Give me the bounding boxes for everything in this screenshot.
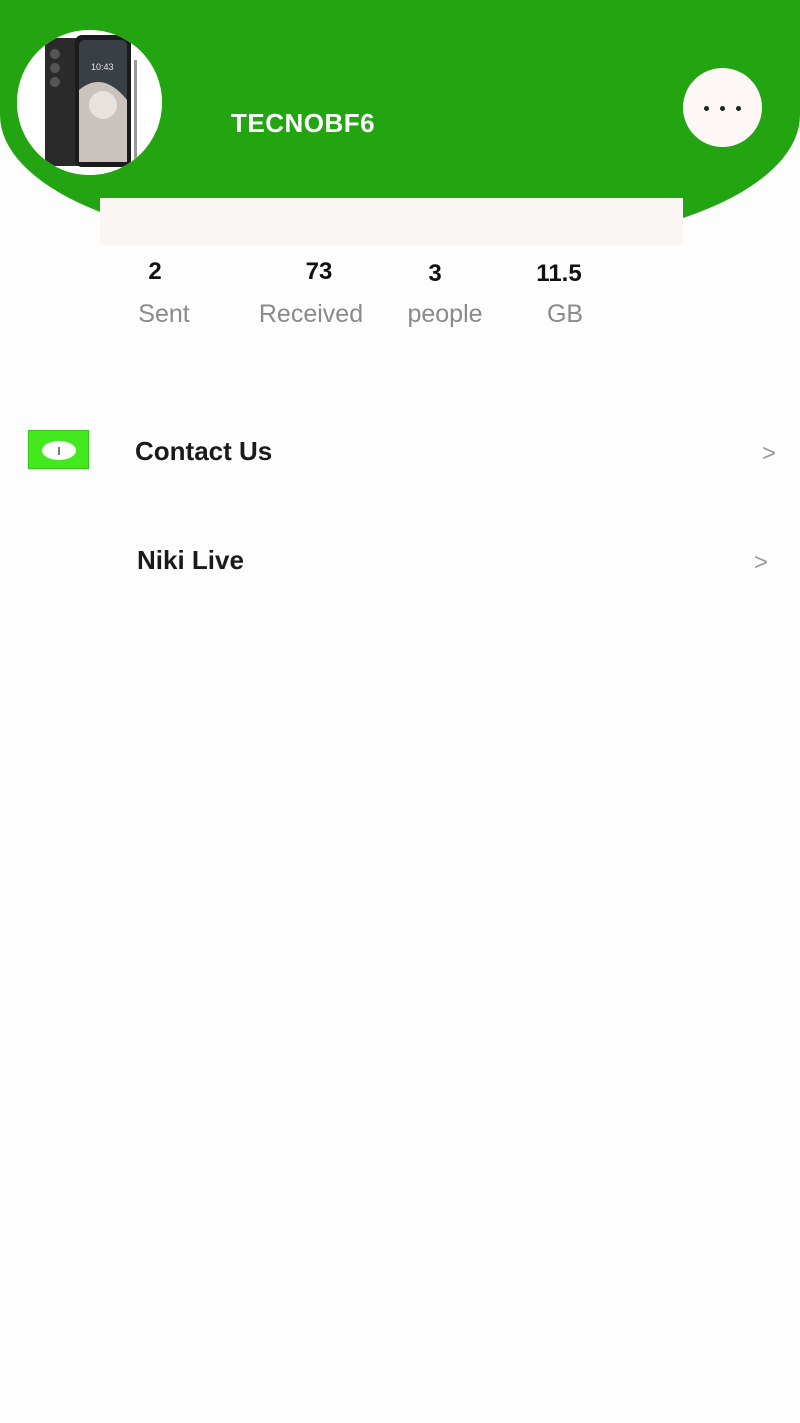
menu-item-label: Niki Live — [137, 545, 244, 575]
more-options-button[interactable] — [683, 68, 762, 147]
stat-people-label: people — [407, 300, 483, 328]
more-dots-icon — [720, 106, 725, 111]
more-dots-icon — [704, 106, 709, 111]
chevron-right-icon: > — [762, 440, 777, 467]
phone-avatar-image: 10:43 — [17, 30, 162, 175]
svg-text:10:43: 10:43 — [91, 62, 114, 72]
more-dots-icon — [736, 106, 741, 111]
menu-item-contact-us[interactable]: Contact Us > — [0, 416, 800, 486]
stat-received-label: Received — [258, 300, 364, 328]
stat-received-value: 73 — [305, 258, 333, 285]
avatar[interactable]: 10:43 — [17, 30, 162, 175]
menu-item-niki-live[interactable]: Niki Live > — [0, 525, 800, 595]
info-icon — [28, 430, 89, 469]
stat-storage-label: GB — [546, 300, 584, 328]
stat-storage-value: 11.5 — [536, 260, 582, 287]
stat-people-value: 3 — [428, 260, 442, 287]
stats-card — [100, 198, 683, 245]
stat-sent-value: 2 — [148, 258, 162, 285]
username: TECNOBF6 — [231, 108, 376, 138]
menu-item-label: Contact Us — [135, 436, 273, 466]
chevron-right-icon: > — [754, 549, 769, 576]
stat-sent-label: Sent — [138, 300, 190, 328]
